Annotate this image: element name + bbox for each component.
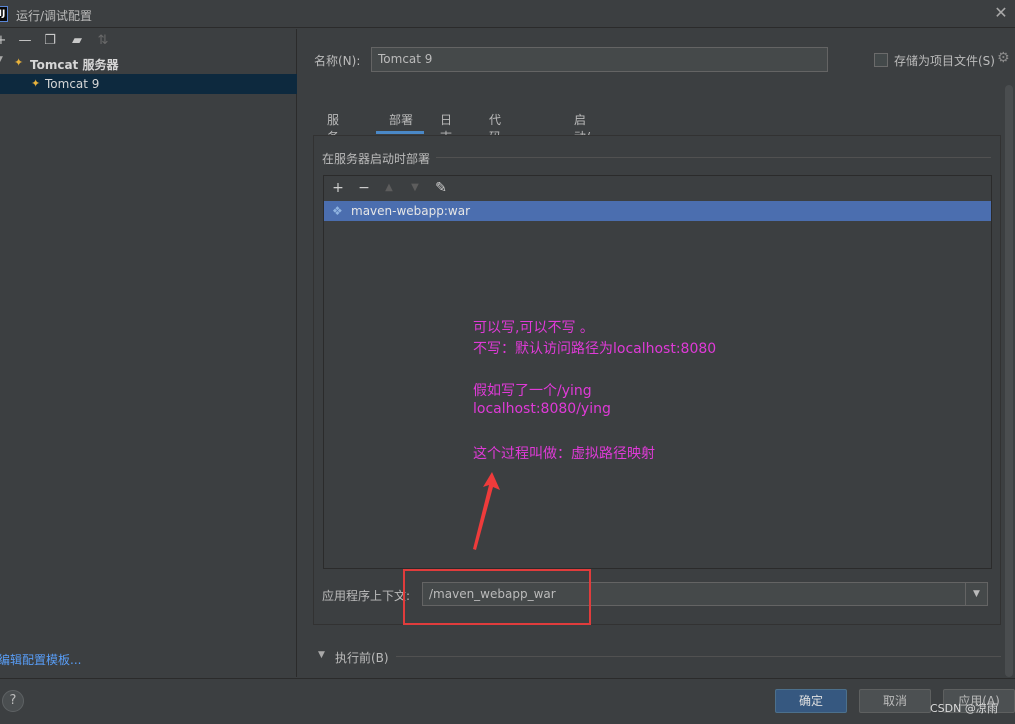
context-label: 应用程序上下文: [322, 589, 411, 603]
store-as-project-checkbox[interactable] [874, 53, 888, 67]
section-divider [436, 157, 991, 158]
ok-button[interactable]: 确定 [775, 689, 847, 713]
tomcat-icon: ✦ [31, 77, 41, 90]
annotation-line: 可以写,可以不写 。 [473, 320, 594, 336]
before-launch-label[interactable]: 执行前(B) [335, 649, 389, 666]
window-title: 运行/调试配置 [16, 9, 93, 23]
app-icon: IJ [0, 6, 8, 22]
edit-icon[interactable]: ✎ [432, 179, 450, 197]
name-label: 名称(N): [314, 54, 361, 68]
name-input[interactable]: Tomcat 9 [371, 47, 828, 72]
move-up-icon[interactable]: ▲ [380, 179, 398, 197]
sort-icon[interactable]: ⇅ [94, 32, 112, 50]
highlight-box [403, 569, 591, 625]
section-divider [396, 656, 1001, 657]
title-bar: IJ 运行/调试配置 ✕ [0, 0, 1015, 28]
tab-coverage[interactable]: 代码覆盖率 [489, 104, 501, 195]
tree-item-tomcat9[interactable]: ✦ Tomcat 9 [0, 74, 297, 94]
dialog-footer: ? 确定 取消 应用(A) [0, 678, 1015, 724]
tab-startup[interactable]: 启动/连接 [574, 104, 590, 178]
artifact-icon: ❖ [332, 204, 343, 218]
remove-icon[interactable]: − [355, 179, 373, 197]
annotation-line: 假如写了一个/ying [473, 383, 592, 399]
add-icon[interactable]: + [329, 179, 347, 197]
tomcat-icon: ✦ [14, 56, 24, 69]
chevron-down-icon[interactable]: ▼ [0, 55, 3, 65]
annotation-line: localhost:8080/ying [473, 401, 611, 417]
copy-icon[interactable]: ❐ [41, 32, 59, 50]
watermark: CSDN @凉雨 [930, 702, 998, 715]
store-as-project-label[interactable]: 存储为项目文件(S) [894, 52, 995, 69]
artifact-list[interactable]: + − ▲ ▼ ✎ ❖ maven-webapp:war [323, 175, 992, 569]
cancel-button[interactable]: 取消 [859, 689, 931, 713]
remove-icon[interactable]: — [16, 32, 34, 50]
artifact-label: maven-webapp:war [351, 204, 471, 218]
edit-templates-link[interactable]: 编辑配置模板... [0, 651, 81, 668]
artifact-toolbar: + − ▲ ▼ ✎ [324, 176, 991, 200]
move-down-icon[interactable]: ▼ [406, 179, 424, 197]
gear-icon[interactable]: ⚙ [997, 50, 1010, 66]
tab-server[interactable]: 服务器 [327, 104, 339, 161]
tree-group-tomcat[interactable]: ▼ ✦ Tomcat 服务器 [0, 54, 297, 72]
annotation-line: 不写：默认访问路径为localhost:8080 [473, 341, 717, 357]
scrollbar[interactable] [1005, 85, 1013, 677]
add-icon[interactable]: + [0, 32, 10, 50]
section-title: 在服务器启动时部署 [322, 152, 431, 166]
config-tree-panel: + — ❐ ▰ ⇅ ▼ ✦ Tomcat 服务器 ✦ Tomcat 9 编辑配置… [0, 29, 297, 677]
tree-toolbar: + — ❐ ▰ ⇅ [0, 29, 297, 53]
help-button[interactable]: ? [2, 690, 24, 712]
annotation-line: 这个过程叫做：虚拟路径映射 [473, 446, 655, 462]
close-icon[interactable]: ✕ [991, 3, 1011, 23]
folder-icon[interactable]: ▰ [68, 32, 86, 50]
chevron-down-icon[interactable]: ▼ [318, 650, 325, 660]
list-item[interactable]: ❖ maven-webapp:war [324, 201, 991, 221]
annotation-arrow [473, 472, 500, 550]
chevron-down-icon[interactable]: ▼ [965, 583, 987, 605]
tree-group-label: Tomcat 服务器 [30, 58, 119, 72]
tab-logs[interactable]: 日志 [440, 104, 452, 144]
tab-deployment[interactable]: 部署 [376, 104, 424, 134]
tree-item-label: Tomcat 9 [45, 77, 100, 91]
